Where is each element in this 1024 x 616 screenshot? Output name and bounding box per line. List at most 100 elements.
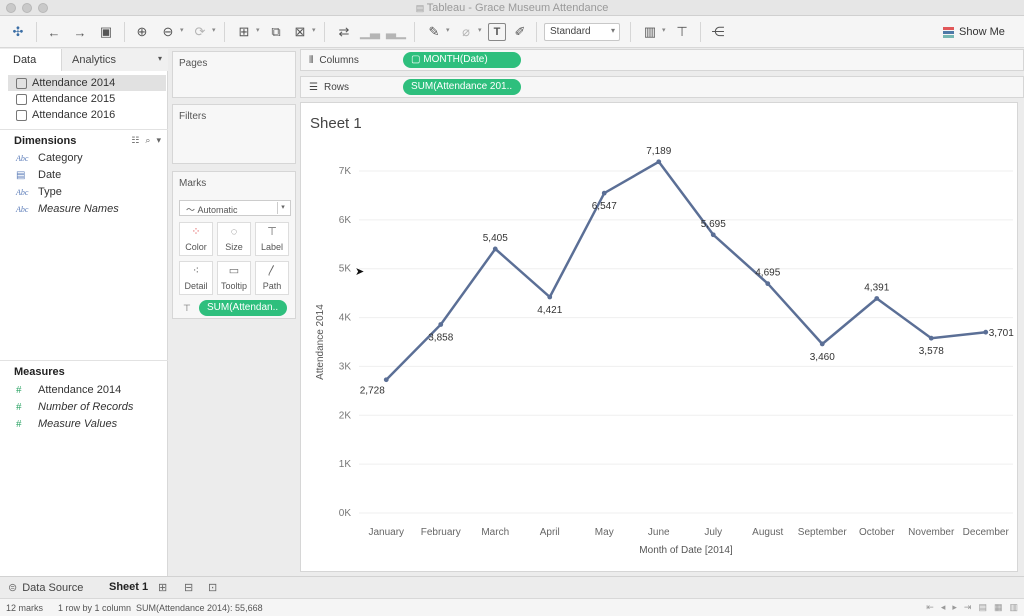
show-me-button[interactable]: Show Me <box>943 24 1005 40</box>
columns-pill[interactable]: ▢ MONTH(Date) <box>403 52 521 68</box>
dimension-field[interactable]: Abc Measure Names <box>16 203 119 215</box>
sort-ascending-icon[interactable]: ▁▃ <box>360 22 380 42</box>
chart-grid <box>359 170 1013 514</box>
rows-pill[interactable]: SUM(Attendance 201.. <box>403 79 521 95</box>
chevron-down-icon[interactable]: ▾ <box>158 54 162 63</box>
presentation-mode-icon[interactable]: ⊤ <box>672 22 692 42</box>
mark-type-select[interactable]: 〜 Automatic ▾ <box>179 200 291 216</box>
new-story-icon[interactable]: ⊡ <box>208 581 217 594</box>
datasource-label: Attendance 2014 <box>32 77 116 89</box>
data-label: 4,391 <box>864 282 889 293</box>
line-chart[interactable]: 0K 1K 2K 3K 4K 5K 6K 7K January February March Apr… <box>301 103 1017 571</box>
group-members-icon[interactable]: ⌀ <box>456 22 476 42</box>
dimension-field[interactable]: Abc Category <box>16 152 83 164</box>
sort-descending-icon[interactable]: ▃▁ <box>386 22 406 42</box>
x-tick-label: January <box>368 527 404 538</box>
chevron-down-icon[interactable]: ▾ <box>478 26 482 34</box>
measure-field[interactable]: # Attendance 2014 <box>16 384 121 396</box>
fit-select[interactable]: Standard ▾ <box>544 23 620 41</box>
chevron-down-icon[interactable]: ▾ <box>212 26 216 34</box>
y-tick-label: 3K <box>339 361 352 372</box>
label-button[interactable]: ⊤ Label <box>255 222 289 256</box>
highlight-icon[interactable]: ✎ <box>424 22 444 42</box>
show-filmstrip-icon[interactable]: ▤ <box>978 602 987 613</box>
label-field-pill[interactable]: SUM(Attendan.. <box>199 300 287 316</box>
data-points <box>383 159 989 383</box>
data-pane-tabs: Data Analytics ▾ <box>0 49 168 71</box>
tooltip-button-label: Tooltip <box>220 281 247 291</box>
color-button[interactable]: ⁘ Color <box>179 222 213 256</box>
toolbar-divider <box>324 22 325 42</box>
new-worksheet-icon[interactable]: ⊞ <box>158 581 167 594</box>
color-button-label: Color <box>185 242 207 252</box>
view-as-list-icon[interactable]: ☷ <box>131 135 139 146</box>
show-mark-labels-icon[interactable]: T <box>488 23 506 41</box>
first-sheet-icon[interactable]: ⇤ <box>926 602 934 613</box>
search-icon[interactable]: ⌕ <box>145 135 150 146</box>
rows-shelf: ☰ Rows SUM(Attendance 201.. <box>300 76 1024 98</box>
fix-axes-icon[interactable]: ✐ <box>510 22 530 42</box>
string-type-icon: Abc <box>16 187 29 197</box>
tooltip-button[interactable]: ▭ Tooltip <box>217 261 251 295</box>
new-dashboard-icon[interactable]: ⊟ <box>184 581 193 594</box>
data-source-tab[interactable]: ⊜ Data Source <box>8 581 83 595</box>
share-icon[interactable]: ⋲ <box>708 22 728 42</box>
x-tick-label: May <box>595 527 614 538</box>
label-button-label: Label <box>260 242 284 252</box>
fit-width-icon[interactable]: ▥ <box>640 22 660 42</box>
next-sheet-icon[interactable]: ▸ <box>952 602 957 613</box>
chevron-down-icon[interactable]: ▾ <box>256 26 260 34</box>
chevron-down-icon[interactable]: ▾ <box>662 26 666 34</box>
dimension-field[interactable]: Abc Type <box>16 186 62 198</box>
swap-rows-columns-icon[interactable]: ⇄ <box>334 22 354 42</box>
new-datasource-icon[interactable]: ⊕ <box>132 22 152 42</box>
datasource-item[interactable]: Attendance 2014 <box>8 75 166 91</box>
last-sheet-icon[interactable]: ⇥ <box>964 602 972 613</box>
clear-sheet-icon[interactable]: ⊠ <box>290 22 310 42</box>
previous-sheet-icon[interactable]: ◂ <box>941 602 946 613</box>
redo-icon[interactable]: → <box>70 22 90 42</box>
chevron-down-icon[interactable]: ▾ <box>312 26 316 34</box>
columns-shelf-label: ⦀ Columns <box>309 55 359 66</box>
path-button[interactable]: 〳 Path <box>255 261 289 295</box>
datasource-item[interactable]: Attendance 2015 <box>0 91 168 107</box>
datasource-item[interactable]: Attendance 2016 <box>0 107 168 123</box>
title-bar: ▤ Tableau - Grace Museum Attendance <box>0 0 1024 16</box>
refresh-icon[interactable]: ⟳ <box>190 22 210 42</box>
dimension-field[interactable]: ▤ Date <box>16 169 61 181</box>
chevron-down-icon[interactable]: ▾ <box>446 26 450 34</box>
toolbar-divider <box>700 22 701 42</box>
toolbar-divider <box>124 22 125 42</box>
detail-button[interactable]: ⁖ Detail <box>179 261 213 295</box>
size-button[interactable]: ◌ Size <box>217 222 251 256</box>
fit-select-value: Standard <box>550 26 591 37</box>
save-icon[interactable]: ▣ <box>96 22 116 42</box>
path-button-label: Path <box>262 281 282 291</box>
measure-field[interactable]: # Number of Records <box>16 401 133 413</box>
measure-field[interactable]: # Measure Values <box>16 418 117 430</box>
path-icon: 〳 <box>266 265 278 277</box>
sheet-tab[interactable]: Sheet 1 <box>109 581 148 593</box>
chevron-down-icon[interactable]: ▾ <box>180 26 184 34</box>
x-tick-label: March <box>481 527 509 538</box>
string-type-icon: Abc <box>16 153 29 163</box>
show-tabs-icon[interactable]: ▥ <box>1009 602 1018 613</box>
attendance-line[interactable] <box>385 160 986 381</box>
filters-card[interactable]: Filters <box>172 104 296 164</box>
tab-data[interactable]: Data <box>0 49 62 71</box>
chevron-down-icon[interactable]: ▾ <box>156 135 161 146</box>
duplicate-sheet-icon[interactable]: ⧉ <box>266 22 286 42</box>
date-type-icon: ▤ <box>16 169 26 181</box>
pages-card[interactable]: Pages <box>172 51 296 98</box>
new-worksheet-icon[interactable]: ⊞ <box>234 22 254 42</box>
pause-updates-icon[interactable]: ⊖ <box>158 22 178 42</box>
tab-analytics[interactable]: Analytics ▾ <box>62 49 168 71</box>
show-sheet-sorter-icon[interactable]: ▦ <box>994 602 1003 613</box>
toolbar-divider <box>536 22 537 42</box>
dimensions-header: Dimensions <box>14 135 77 147</box>
undo-icon[interactable]: ← <box>44 22 64 42</box>
x-axis-label[interactable]: Month of Date [2014] <box>639 545 733 556</box>
datasource-icon: ⊜ <box>8 582 18 594</box>
y-axis-label[interactable]: Attendance 2014 <box>315 304 326 380</box>
tableau-logo-icon[interactable]: ✣ <box>8 22 28 42</box>
